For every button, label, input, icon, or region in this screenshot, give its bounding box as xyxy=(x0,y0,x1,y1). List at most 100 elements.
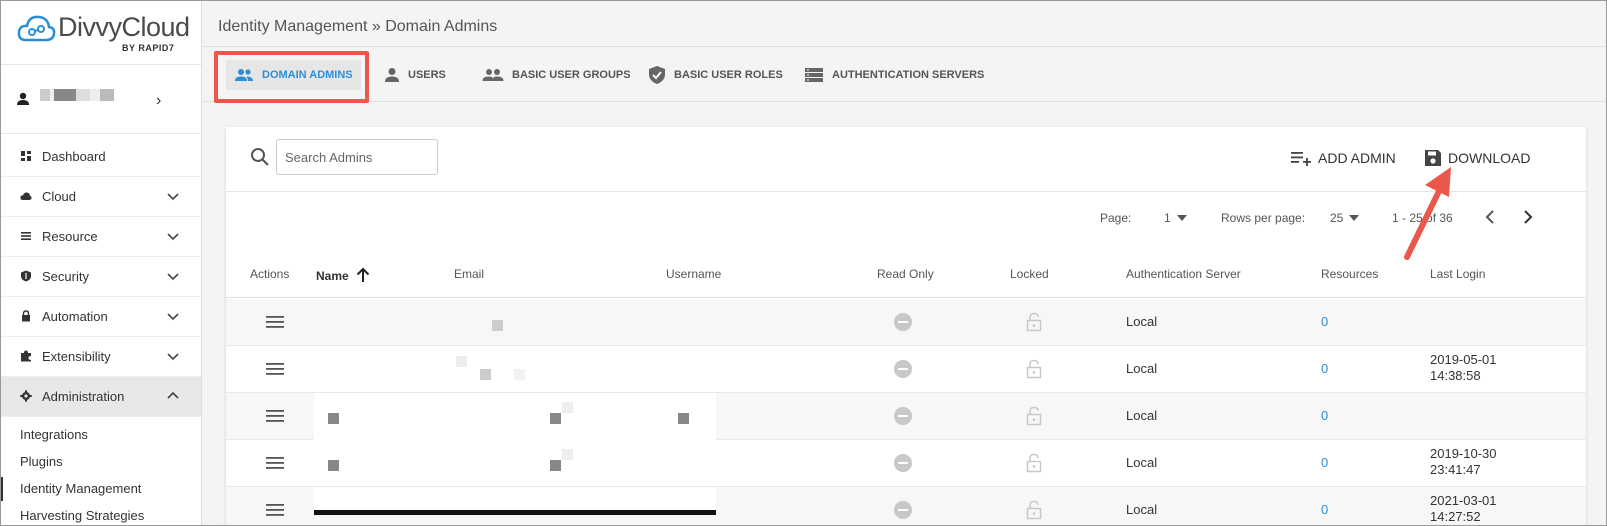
column-header-read-only[interactable]: Read Only xyxy=(877,267,934,281)
arrow-up-icon xyxy=(356,267,370,282)
auth-server-value: Local xyxy=(1126,502,1158,517)
tab-basic-user-groups[interactable]: BASIC USER GROUPS xyxy=(474,60,639,90)
resources-link[interactable]: 0 xyxy=(1321,408,1328,423)
menu-icon[interactable] xyxy=(266,362,284,376)
shield-icon xyxy=(21,270,31,282)
list-icon xyxy=(21,232,31,240)
sidebar-item-label: Cloud xyxy=(42,189,76,204)
sidebar-item-cloud[interactable]: Cloud xyxy=(0,177,201,217)
annotation-arrow xyxy=(1404,167,1451,260)
sidebar-subitem-plugins[interactable]: Plugins xyxy=(0,448,201,475)
tab-users[interactable]: USERS xyxy=(376,60,454,90)
sidebar-item-automation[interactable]: Automation xyxy=(0,297,201,337)
table-row[interactable]: Local 0 2021-03-01 14:27:52 xyxy=(226,487,1586,526)
tab-label: USERS xyxy=(408,69,446,81)
chevron-right-icon[interactable] xyxy=(1522,209,1534,225)
resources-link[interactable]: 0 xyxy=(1321,314,1328,329)
auth-server-value: Local xyxy=(1126,361,1158,376)
chevron-down-icon[interactable] xyxy=(166,309,180,323)
chevron-up-icon[interactable] xyxy=(166,389,180,403)
dashboard-icon xyxy=(21,151,31,161)
cloud-logo-icon xyxy=(17,15,56,42)
redacted-pixel xyxy=(550,413,561,424)
highlight-box xyxy=(214,51,369,103)
chevron-down-icon[interactable] xyxy=(166,349,180,363)
tab-basic-user-roles[interactable]: BASIC USER ROLES xyxy=(640,60,791,90)
user-menu[interactable]: › xyxy=(0,64,201,134)
person-icon xyxy=(17,92,29,105)
sidebar-item-dashboard[interactable]: Dashboard xyxy=(0,137,201,177)
menu-icon[interactable] xyxy=(266,315,284,329)
search-input[interactable] xyxy=(276,139,438,175)
column-header-username[interactable]: Username xyxy=(666,267,721,281)
sidebar-item-label: Security xyxy=(42,269,89,284)
sidebar-item-administration[interactable]: Administration xyxy=(0,377,201,417)
resources-link[interactable]: 0 xyxy=(1321,502,1328,517)
table-row[interactable]: Local 0 2019-10-30 23:41:47 xyxy=(226,440,1586,487)
logo-subtitle: BY RAPID7 xyxy=(122,43,175,53)
page-select[interactable]: 1 xyxy=(1164,211,1187,225)
auth-server-value: Local xyxy=(1126,408,1158,423)
sidebar-item-resource[interactable]: Resource xyxy=(0,217,201,257)
table-row[interactable]: Local 0 2019-05-01 14:38:58 xyxy=(226,346,1586,393)
tab-label: BASIC USER ROLES xyxy=(674,69,783,81)
column-header-authentication-server[interactable]: Authentication Server xyxy=(1126,267,1241,281)
chevron-down-icon[interactable] xyxy=(166,189,180,203)
minus-circle-icon xyxy=(894,454,912,472)
redacted-block xyxy=(314,487,716,510)
minus-circle-icon xyxy=(894,313,912,331)
column-header-last-login[interactable]: Last Login xyxy=(1430,267,1485,281)
sidebar-subitem-integrations[interactable]: Integrations xyxy=(0,421,201,448)
dropdown-arrow-icon xyxy=(1176,215,1187,221)
column-header-actions: Actions xyxy=(250,267,290,281)
menu-icon[interactable] xyxy=(266,409,284,423)
sidebar-item-label: Resource xyxy=(42,229,98,244)
sidebar-subitem-identity-management[interactable]: Identity Management xyxy=(0,475,201,502)
sidebar-item-label: Extensibility xyxy=(42,349,111,364)
dropdown-arrow-icon xyxy=(1349,215,1360,221)
column-header-email[interactable]: Email xyxy=(454,267,484,281)
chevron-right-icon[interactable]: › xyxy=(156,92,161,110)
tab-authentication-servers[interactable]: AUTHENTICATION SERVERS xyxy=(796,60,992,90)
table-toolbar: ADD ADMIN DOWNLOAD xyxy=(226,127,1586,192)
add-admin-button[interactable]: ADD ADMIN xyxy=(1290,149,1396,167)
unlock-icon xyxy=(1026,500,1042,520)
minus-circle-icon xyxy=(894,501,912,519)
redacted-pixel xyxy=(480,369,491,380)
minus-circle-icon xyxy=(894,360,912,378)
table-row[interactable]: Local 0 xyxy=(226,393,1586,440)
sidebar-subitem-harvesting-strategies[interactable]: Harvesting Strategies xyxy=(0,502,201,526)
rows-per-page-select[interactable]: 25 xyxy=(1330,211,1360,225)
redacted-pixel xyxy=(562,402,573,413)
chevron-down-icon[interactable] xyxy=(166,229,180,243)
minus-circle-icon xyxy=(894,407,912,425)
column-header-locked[interactable]: Locked xyxy=(1010,267,1049,281)
column-header-name[interactable]: Name xyxy=(316,267,370,283)
search-icon xyxy=(251,148,269,166)
sidebar-item-extensibility[interactable]: Extensibility xyxy=(0,337,201,377)
tab-bar: DOMAIN ADMINS USERS BASIC USER GROUPS BA… xyxy=(202,46,1607,103)
last-login-time: 23:41:47 xyxy=(1430,462,1481,477)
shield-check-icon xyxy=(649,66,665,84)
sidebar-item-security[interactable]: Security xyxy=(0,257,201,297)
menu-icon[interactable] xyxy=(266,503,284,517)
last-login-date: 2019-10-30 xyxy=(1430,446,1497,461)
chevron-down-icon[interactable] xyxy=(166,269,180,283)
download-label: DOWNLOAD xyxy=(1448,150,1531,166)
sidebar-nav: Dashboard Cloud Resource Security Automa… xyxy=(0,137,201,526)
resources-link[interactable]: 0 xyxy=(1321,455,1328,470)
sidebar-item-label: Dashboard xyxy=(42,149,106,164)
resources-link[interactable]: 0 xyxy=(1321,361,1328,376)
table-header: Actions Name Email Username Read Only Lo… xyxy=(226,257,1586,298)
column-header-resources[interactable]: Resources xyxy=(1321,267,1378,281)
divvycloud-logo[interactable]: DivvyCloud BY RAPID7 xyxy=(0,0,201,64)
gear-icon xyxy=(20,390,32,402)
sidebar-item-label: Administration xyxy=(42,389,125,404)
redacted-pixel xyxy=(492,320,503,331)
chevron-left-icon[interactable] xyxy=(1484,209,1496,225)
page-value: 1 xyxy=(1164,211,1171,225)
breadcrumb: Identity Management » Domain Admins xyxy=(218,18,498,35)
redacted-pixel xyxy=(678,413,689,424)
table-row[interactable]: Local 0 xyxy=(226,299,1586,346)
menu-icon[interactable] xyxy=(266,456,284,470)
